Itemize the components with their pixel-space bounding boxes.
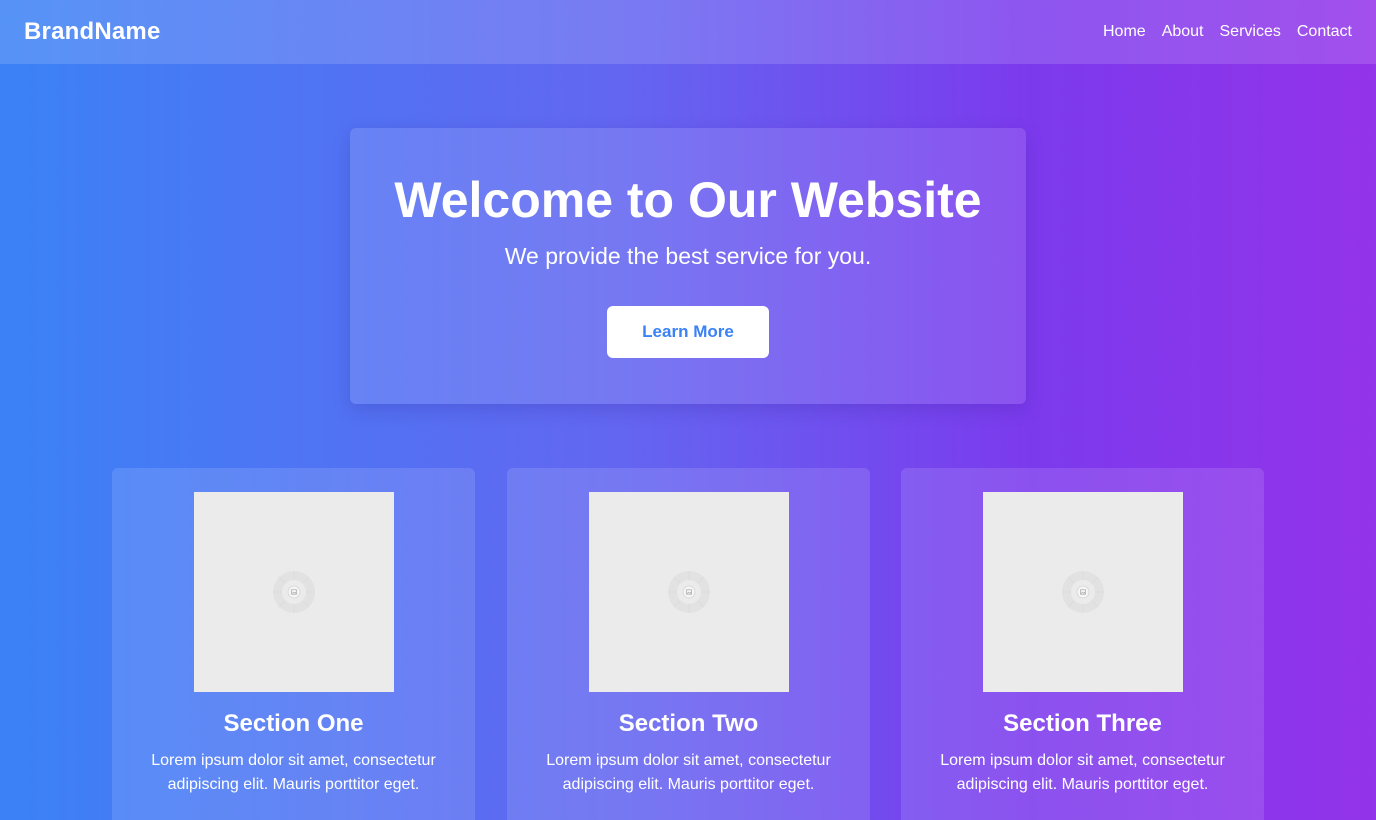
hero-card: Welcome to Our Website We provide the be… — [350, 128, 1026, 404]
section-card-two: Section Two Lorem ipsum dolor sit amet, … — [507, 468, 870, 820]
section-title: Section Two — [618, 710, 759, 737]
section-image — [982, 492, 1183, 692]
section-card-three: Section Three Lorem ipsum dolor sit amet… — [901, 468, 1264, 820]
image-placeholder-icon — [1061, 571, 1104, 613]
section-title: Section Three — [1003, 710, 1162, 737]
section-text: Lorem ipsum dolor sit amet, consectetur … — [151, 752, 436, 793]
image-placeholder-icon — [667, 571, 710, 613]
nav-link-services[interactable]: Services — [1220, 23, 1281, 41]
navbar: BrandName Home About Services Contact — [0, 0, 1376, 64]
hero-title: Welcome to Our Website — [394, 172, 982, 228]
hero-subtitle: We provide the best service for you. — [504, 243, 872, 269]
nav-links: Home About Services Contact — [1103, 23, 1352, 41]
learn-more-button[interactable]: Learn More — [607, 306, 769, 358]
section-image — [193, 492, 394, 692]
brand-logo[interactable]: BrandName — [24, 18, 161, 46]
section-title: Section One — [223, 710, 364, 737]
nav-link-about[interactable]: About — [1162, 23, 1204, 41]
section-text: Lorem ipsum dolor sit amet, consectetur … — [940, 752, 1225, 793]
nav-link-home[interactable]: Home — [1103, 23, 1146, 41]
section-text: Lorem ipsum dolor sit amet, consectetur … — [546, 752, 831, 793]
nav-link-contact[interactable]: Contact — [1297, 23, 1352, 41]
image-placeholder-icon — [272, 571, 315, 613]
feature-sections: Section One Lorem ipsum dolor sit amet, … — [112, 468, 1264, 820]
section-card-one: Section One Lorem ipsum dolor sit amet, … — [112, 468, 475, 820]
section-image — [588, 492, 789, 692]
